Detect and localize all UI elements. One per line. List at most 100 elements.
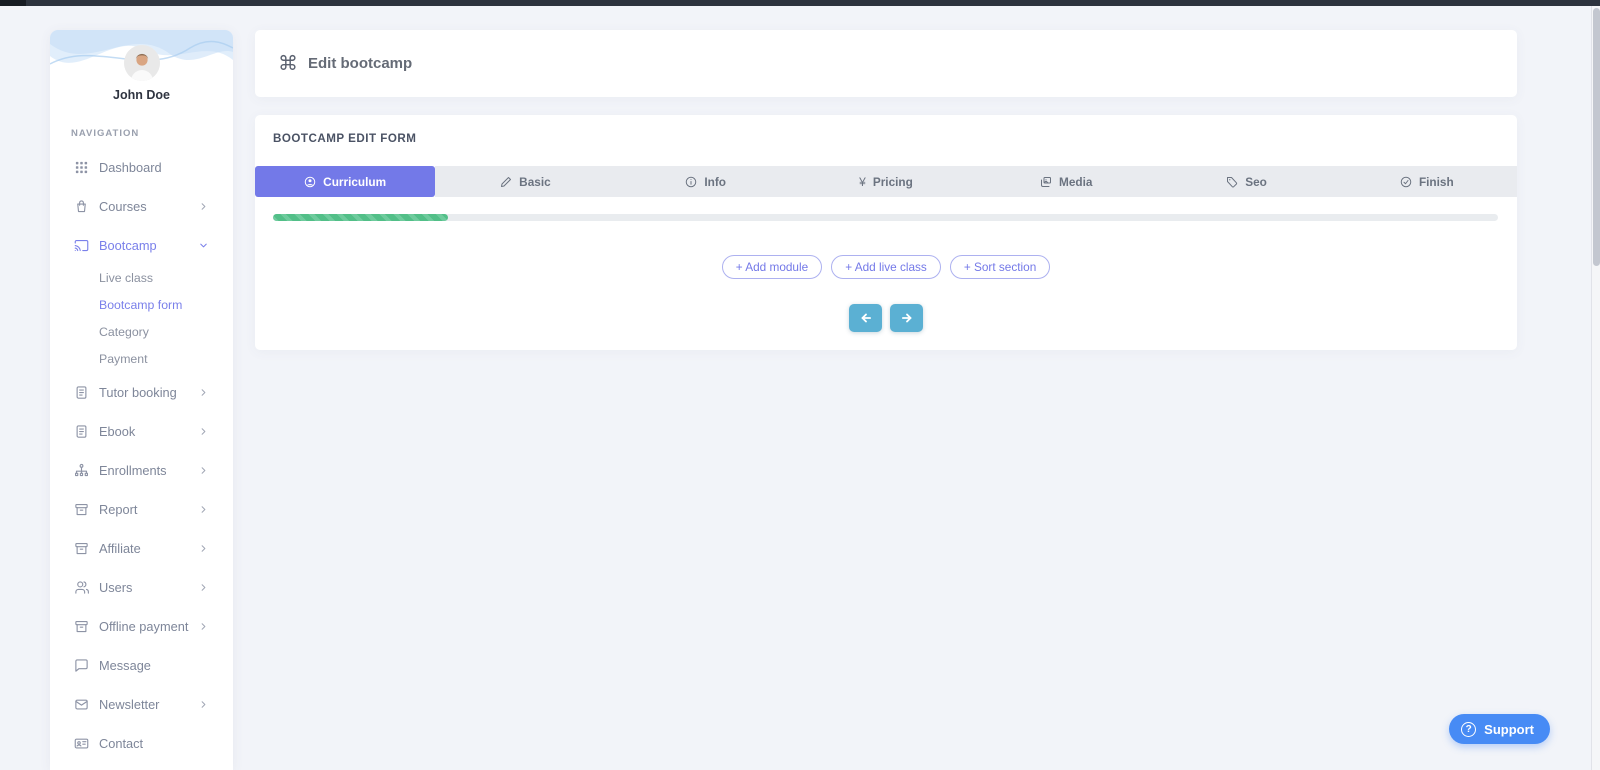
grid-icon bbox=[74, 160, 89, 175]
yen-icon: ¥ bbox=[859, 176, 866, 188]
sidebar-item-label: Dashboard bbox=[99, 160, 209, 175]
sidebar-item-report[interactable]: Report bbox=[50, 490, 233, 529]
browser-top-strip bbox=[0, 0, 1600, 6]
file-text-icon bbox=[74, 424, 89, 439]
wizard-nav-buttons bbox=[255, 304, 1517, 332]
sidebar-item-label: Bootcamp bbox=[99, 238, 198, 253]
chevron-right-icon bbox=[198, 387, 209, 398]
page-title: Edit bootcamp bbox=[308, 55, 412, 72]
sidebar-item-label: Offline payment bbox=[99, 619, 198, 634]
sidebar-item-tutor-booking[interactable]: Tutor booking bbox=[50, 373, 233, 412]
id-card-icon bbox=[74, 736, 89, 751]
question-icon: ? bbox=[1461, 722, 1476, 737]
command-icon: ⌘ bbox=[278, 54, 298, 74]
sidebar-item-affiliate[interactable]: Affiliate bbox=[50, 529, 233, 568]
tab-label: Seo bbox=[1245, 175, 1267, 189]
sidebar-item-label: Tutor booking bbox=[99, 385, 198, 400]
curriculum-actions: + Add module + Add live class + Sort sec… bbox=[255, 255, 1517, 279]
tab-basic[interactable]: Basic bbox=[435, 166, 615, 197]
chevron-right-icon bbox=[198, 426, 209, 437]
chevron-right-icon bbox=[198, 201, 209, 212]
sidebar-subitem-live-class[interactable]: Live class bbox=[50, 265, 233, 292]
sidebar-subitem-bootcamp-form[interactable]: Bootcamp form bbox=[50, 292, 233, 319]
next-step-button[interactable] bbox=[890, 304, 923, 332]
sidebar-item-enrollments[interactable]: Enrollments bbox=[50, 451, 233, 490]
previous-step-button[interactable] bbox=[849, 304, 882, 332]
sidebar-item-contact[interactable]: Contact bbox=[50, 724, 233, 763]
add-live-class-button[interactable]: + Add live class bbox=[831, 255, 941, 279]
sidebar-item-label: Message bbox=[99, 658, 209, 673]
chevron-right-icon bbox=[198, 582, 209, 593]
user-circle-icon bbox=[304, 176, 316, 188]
sidebar-item-ebook[interactable]: Ebook bbox=[50, 412, 233, 451]
tab-finish[interactable]: Finish bbox=[1337, 166, 1517, 197]
chevron-right-icon bbox=[198, 543, 209, 554]
sidebar-item-label: Report bbox=[99, 502, 198, 517]
avatar[interactable] bbox=[124, 45, 160, 81]
sitemap-icon bbox=[74, 463, 89, 478]
browser-top-strip-corner bbox=[0, 0, 26, 6]
user-name: John Doe bbox=[50, 88, 233, 102]
mail-icon bbox=[74, 697, 89, 712]
chevron-right-icon bbox=[198, 699, 209, 710]
chevron-right-icon bbox=[198, 465, 209, 476]
sort-section-button[interactable]: + Sort section bbox=[950, 255, 1050, 279]
tab-media[interactable]: Media bbox=[976, 166, 1156, 197]
sidebar-item-label: Courses bbox=[99, 199, 198, 214]
sidebar-item-label: Contact bbox=[99, 736, 209, 751]
sidebar-nav: Dashboard Courses Bootcamp Live class Bo… bbox=[50, 148, 233, 763]
sidebar-item-offline-payment[interactable]: Offline payment bbox=[50, 607, 233, 646]
support-label: Support bbox=[1484, 722, 1534, 737]
users-icon bbox=[74, 580, 89, 595]
tab-pricing[interactable]: ¥ Pricing bbox=[796, 166, 976, 197]
sidebar-item-label: Enrollments bbox=[99, 463, 198, 478]
form-title: BOOTCAMP EDIT FORM bbox=[273, 132, 416, 145]
tab-info[interactable]: Info bbox=[616, 166, 796, 197]
sidebar: John Doe NAVIGATION Dashboard Courses Bo… bbox=[50, 30, 233, 770]
chat-icon bbox=[74, 658, 89, 673]
chevron-right-icon bbox=[198, 621, 209, 632]
sidebar-item-newsletter[interactable]: Newsletter bbox=[50, 685, 233, 724]
tab-curriculum[interactable]: Curriculum bbox=[255, 166, 435, 197]
tab-label: Pricing bbox=[873, 175, 913, 189]
sidebar-item-bootcamp[interactable]: Bootcamp bbox=[50, 226, 233, 265]
tag-icon bbox=[1226, 176, 1238, 188]
tab-label: Finish bbox=[1419, 175, 1454, 189]
sidebar-item-dashboard[interactable]: Dashboard bbox=[50, 148, 233, 187]
progress-bar bbox=[273, 214, 1498, 221]
pen-icon bbox=[500, 176, 512, 188]
sidebar-subitem-category[interactable]: Category bbox=[50, 319, 233, 346]
add-module-button[interactable]: + Add module bbox=[722, 255, 822, 279]
sidebar-subitem-payment[interactable]: Payment bbox=[50, 346, 233, 373]
chevron-down-icon bbox=[198, 240, 209, 251]
archive-icon bbox=[74, 619, 89, 634]
check-circle-icon bbox=[1400, 176, 1412, 188]
nav-section-label: NAVIGATION bbox=[71, 128, 233, 139]
scrollbar-thumb[interactable] bbox=[1593, 8, 1600, 266]
support-button[interactable]: ? Support bbox=[1449, 714, 1550, 744]
sidebar-item-users[interactable]: Users bbox=[50, 568, 233, 607]
progress-fill bbox=[273, 214, 448, 221]
tab-label: Basic bbox=[519, 175, 550, 189]
sidebar-item-label: Affiliate bbox=[99, 541, 198, 556]
page-scrollbar[interactable] bbox=[1591, 6, 1600, 770]
archive-icon bbox=[74, 541, 89, 556]
bootcamp-edit-form-card: BOOTCAMP EDIT FORM Curriculum Basic Info… bbox=[255, 115, 1517, 350]
chevron-right-icon bbox=[198, 504, 209, 515]
page-header-card: ⌘ Edit bootcamp bbox=[255, 30, 1517, 97]
info-icon bbox=[685, 176, 697, 188]
images-icon bbox=[1040, 176, 1052, 188]
sidebar-item-label: Users bbox=[99, 580, 198, 595]
tab-label: Media bbox=[1059, 175, 1092, 189]
tab-seo[interactable]: Seo bbox=[1156, 166, 1336, 197]
form-tabs: Curriculum Basic Info ¥ Pricing Media Se… bbox=[255, 166, 1517, 197]
sidebar-item-courses[interactable]: Courses bbox=[50, 187, 233, 226]
tab-label: Curriculum bbox=[323, 175, 386, 189]
arrow-right-icon bbox=[900, 311, 914, 325]
arrow-left-icon bbox=[859, 311, 873, 325]
cast-icon bbox=[74, 238, 89, 253]
sidebar-item-label: Ebook bbox=[99, 424, 198, 439]
tab-label: Info bbox=[704, 175, 726, 189]
sidebar-item-message[interactable]: Message bbox=[50, 646, 233, 685]
sidebar-item-label: Newsletter bbox=[99, 697, 198, 712]
